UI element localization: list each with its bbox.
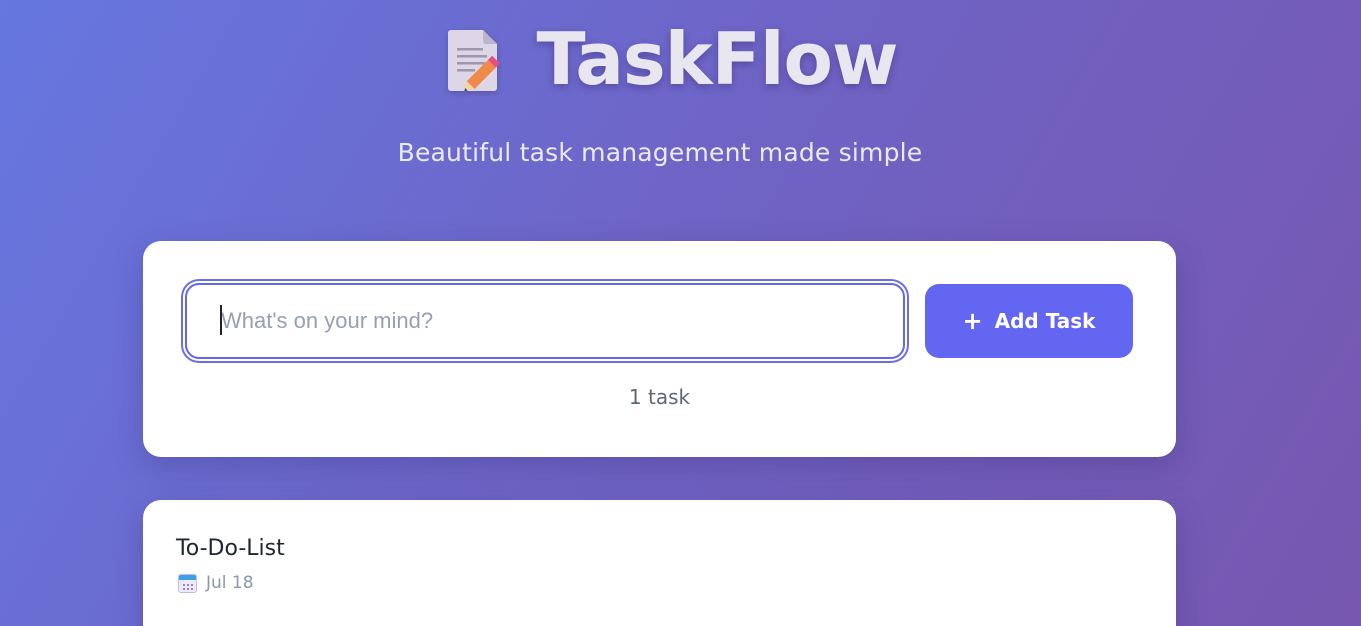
calendar-icon [178,573,197,593]
plus-icon: + [962,307,983,335]
app-title: TaskFlow [536,17,899,101]
add-task-button[interactable]: + Add Task [925,284,1133,358]
task-item[interactable]: To-Do-List Jul 18 [143,500,1176,626]
title-row: TaskFlow [440,14,900,104]
task-count: 1 task [628,385,691,409]
task-title: To-Do-List [176,536,285,561]
task-meta: Jul 18 [178,573,254,593]
task-composer-card: + Add Task 1 task [143,241,1176,457]
add-task-label: Add Task [994,309,1096,333]
app-subtitle: Beautiful task management made simple [397,138,923,167]
task-input[interactable] [185,283,905,359]
text-caret [220,305,222,335]
task-date: Jul 18 [206,573,254,593]
memo-pencil-icon [443,24,507,94]
